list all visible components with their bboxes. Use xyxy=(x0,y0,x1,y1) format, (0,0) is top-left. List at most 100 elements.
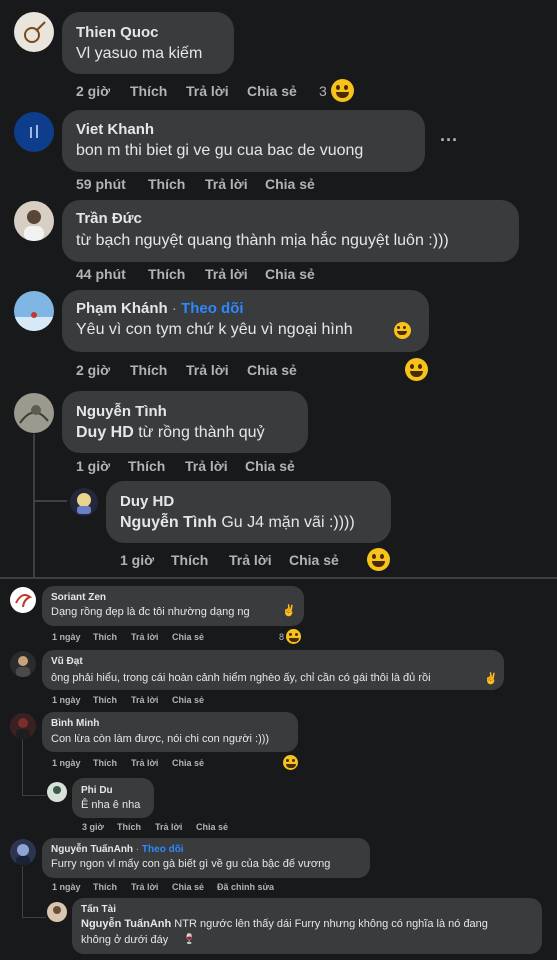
reply-button[interactable]: Trả lời xyxy=(229,552,272,568)
edited-label: Đã chỉnh sửa xyxy=(217,882,275,892)
avatar[interactable] xyxy=(47,782,67,802)
person-photo-icon xyxy=(16,718,30,739)
follow-button[interactable]: Theo dõi xyxy=(181,300,244,317)
more-options-button[interactable]: ··· xyxy=(440,130,458,151)
haha-reaction-icon[interactable] xyxy=(283,755,298,770)
like-button[interactable]: Thích xyxy=(93,632,117,642)
mention-link[interactable]: Nguyễn Tình xyxy=(120,514,217,531)
reaction-count[interactable]: 3 xyxy=(319,83,327,99)
comment-text: ông phải hiểu, trong cái hoàn cảnh hiểm … xyxy=(51,672,431,684)
comment-author[interactable]: Viet Khanh xyxy=(76,121,154,138)
thread-line xyxy=(33,434,35,578)
comment-bubble xyxy=(42,650,504,690)
like-button[interactable]: Thích xyxy=(130,83,167,99)
comment-time[interactable]: 59 phút xyxy=(76,176,126,192)
like-button[interactable]: Thích xyxy=(93,695,117,705)
like-button[interactable]: Thích xyxy=(148,266,185,282)
comment-time[interactable]: 3 giờ xyxy=(82,822,104,832)
reply-button[interactable]: Trả lời xyxy=(205,266,248,282)
comment-time[interactable]: 2 giờ xyxy=(76,362,110,378)
avatar[interactable] xyxy=(10,587,36,613)
screenshot-divider xyxy=(0,577,557,579)
avatar[interactable] xyxy=(10,839,36,865)
rofl-emoji-icon xyxy=(394,322,411,339)
comment-text: từ bạch nguyệt quang thành mịa hắc nguyệ… xyxy=(76,232,449,249)
comment-text: Ê nha ê nha xyxy=(81,799,141,811)
comment-time[interactable]: 44 phút xyxy=(76,266,126,282)
reply-button[interactable]: Trả lời xyxy=(155,822,182,832)
reply-button[interactable]: Trả lời xyxy=(131,758,158,768)
avatar[interactable] xyxy=(10,713,36,739)
like-button[interactable]: Thích xyxy=(148,176,185,192)
reply-button[interactable]: Trả lời xyxy=(185,458,228,474)
comment-author[interactable]: Duy HD xyxy=(120,493,174,510)
comment-time[interactable]: 1 ngày xyxy=(52,758,81,768)
share-button[interactable]: Chia sẻ xyxy=(245,458,295,474)
comment-text: Yêu vì con tym chứ k yêu vì ngoại hình xyxy=(76,321,353,338)
avatar[interactable] xyxy=(14,12,54,52)
reply-bubble xyxy=(72,778,154,818)
follow-button[interactable]: Theo dõi xyxy=(142,844,184,855)
share-button[interactable]: Chia sẻ xyxy=(172,882,204,892)
avatar[interactable] xyxy=(14,201,54,241)
comment-time[interactable]: 1 giờ xyxy=(76,458,110,474)
haha-reaction-icon[interactable] xyxy=(331,79,354,102)
comment-text-line: Nguyễn TuấnAnh NTR ngước lên thấy dái Fu… xyxy=(81,918,488,930)
share-button[interactable]: Chia sẻ xyxy=(247,362,297,378)
comment-author[interactable]: Nguyễn Tình xyxy=(76,403,167,420)
like-button[interactable]: Thích xyxy=(171,552,208,568)
comment-author[interactable]: Tấn Tài xyxy=(81,904,116,915)
like-button[interactable]: Thích xyxy=(128,458,165,474)
comment-author[interactable]: Bình Minh xyxy=(51,718,99,729)
reply-button[interactable]: Trả lời xyxy=(205,176,248,192)
comment-time[interactable]: 1 giờ xyxy=(120,552,154,568)
person-photo-icon xyxy=(53,906,61,914)
share-button[interactable]: Chia sẻ xyxy=(247,83,297,99)
reaction-count[interactable]: 8 xyxy=(279,632,284,642)
comment-time[interactable]: 1 ngày xyxy=(52,632,81,642)
reply-button[interactable]: Trả lời xyxy=(131,632,158,642)
reply-button[interactable]: Trả lời xyxy=(131,882,158,892)
avatar[interactable] xyxy=(10,651,36,677)
haha-reaction-icon[interactable] xyxy=(405,358,428,381)
comment-text: Vl yasuo ma kiếm xyxy=(76,45,203,62)
comment-author[interactable]: Thien Quoc xyxy=(76,24,159,41)
comment-author[interactable]: Trần Đức xyxy=(76,210,142,227)
reply-button[interactable]: Trả lời xyxy=(131,695,158,705)
like-button[interactable]: Thích xyxy=(130,362,167,378)
comment-time[interactable]: 2 giờ xyxy=(76,83,110,99)
like-button[interactable]: Thích xyxy=(117,822,141,832)
share-button[interactable]: Chia sẻ xyxy=(265,266,315,282)
comment-bubble xyxy=(62,391,308,453)
comment-author[interactable]: Soriant Zen xyxy=(51,592,106,603)
share-button[interactable]: Chia sẻ xyxy=(289,552,339,568)
comment-time[interactable]: 1 ngày xyxy=(52,695,81,705)
mention-link[interactable]: Duy HD xyxy=(76,424,134,441)
share-button[interactable]: Chia sẻ xyxy=(196,822,228,832)
comment-author[interactable]: Phạm Khánh xyxy=(76,300,168,317)
share-button[interactable]: Chia sẻ xyxy=(172,632,204,642)
haha-reaction-icon[interactable] xyxy=(367,548,390,571)
mention-link[interactable]: Nguyễn TuấnAnh xyxy=(81,918,171,930)
comment-text: Gu J4 mặn vãi :)))) xyxy=(216,514,355,531)
avatar[interactable] xyxy=(14,112,54,152)
share-button[interactable]: Chia sẻ xyxy=(172,758,204,768)
anime-avatar-icon xyxy=(16,844,30,865)
comment-text: bon m thi biet gi ve gu cua bac de vuong xyxy=(76,142,364,159)
comment-author[interactable]: Nguyễn TuấnAnh xyxy=(51,844,133,855)
comment-author[interactable]: Vũ Đạt xyxy=(51,656,83,667)
reply-connector xyxy=(22,795,46,796)
reply-button[interactable]: Trả lời xyxy=(186,83,229,99)
like-button[interactable]: Thích xyxy=(93,882,117,892)
share-button[interactable]: Chia sẻ xyxy=(172,695,204,705)
share-button[interactable]: Chia sẻ xyxy=(265,176,315,192)
reply-button[interactable]: Trả lời xyxy=(186,362,229,378)
avatar[interactable] xyxy=(14,291,54,331)
comment-author[interactable]: Phi Du xyxy=(81,785,113,796)
comment-time[interactable]: 1 ngày xyxy=(52,882,81,892)
like-button[interactable]: Thích xyxy=(93,758,117,768)
haha-reaction-icon[interactable] xyxy=(286,629,301,644)
avatar[interactable] xyxy=(14,393,54,433)
avatar[interactable] xyxy=(70,488,98,516)
avatar[interactable] xyxy=(47,902,67,922)
